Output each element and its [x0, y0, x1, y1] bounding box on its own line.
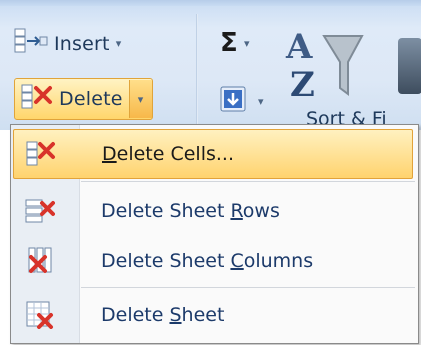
fill-dropdown-arrow[interactable]: ▾	[258, 95, 264, 108]
insert-cells-icon	[14, 28, 48, 59]
insert-label: Insert	[54, 32, 110, 55]
menu-item-label: Delete Cells...	[102, 143, 235, 165]
autosum-dropdown-arrow[interactable]: ▾	[244, 37, 250, 50]
delete-button[interactable]: Delete ▾	[14, 78, 153, 120]
ribbon-group-divider	[196, 14, 198, 126]
ribbon: Insert ▾ Delete ▾ Σ ▾ ▾ A Z Sort & Fi	[0, 0, 421, 130]
chevron-down-icon: ▾	[137, 92, 144, 106]
menu-item-delete-sheet[interactable]: Delete Sheet	[13, 291, 415, 339]
svg-text:Z: Z	[290, 65, 315, 104]
insert-button[interactable]: Insert ▾	[14, 28, 121, 59]
svg-text:A: A	[285, 27, 313, 67]
autosum-button[interactable]: Σ ▾	[220, 28, 250, 58]
fill-down-icon	[220, 86, 246, 117]
insert-dropdown-arrow[interactable]: ▾	[116, 37, 122, 50]
fill-button[interactable]: ▾	[220, 86, 264, 117]
delete-dropdown-menu: Delete Cells... Delete Sheet Rows Delete…	[10, 124, 419, 344]
delete-dropdown-arrow[interactable]: ▾	[128, 80, 152, 118]
menu-item-delete-cells[interactable]: Delete Cells...	[13, 129, 413, 179]
sort-filter-icon[interactable]: A Z	[282, 24, 364, 105]
delete-label: Delete	[59, 88, 123, 110]
delete-sheet-icon	[25, 301, 55, 329]
delete-sheet-rows-icon	[25, 197, 55, 225]
menu-item-delete-sheet-columns[interactable]: Delete Sheet Columns	[13, 237, 415, 285]
menu-item-label: Delete Sheet Columns	[101, 250, 314, 272]
delete-cells-icon	[21, 84, 53, 115]
delete-cells-icon	[26, 140, 56, 168]
find-select-icon[interactable]	[398, 38, 421, 94]
delete-sheet-columns-icon	[25, 247, 55, 275]
sigma-icon: Σ	[220, 28, 238, 58]
menu-item-label: Delete Sheet Rows	[101, 200, 280, 222]
menu-item-label: Delete Sheet	[101, 304, 225, 326]
menu-item-delete-sheet-rows[interactable]: Delete Sheet Rows	[13, 187, 415, 235]
ribbon-top-edge	[0, 0, 421, 6]
menu-separator	[81, 287, 415, 288]
menu-separator	[81, 181, 415, 182]
